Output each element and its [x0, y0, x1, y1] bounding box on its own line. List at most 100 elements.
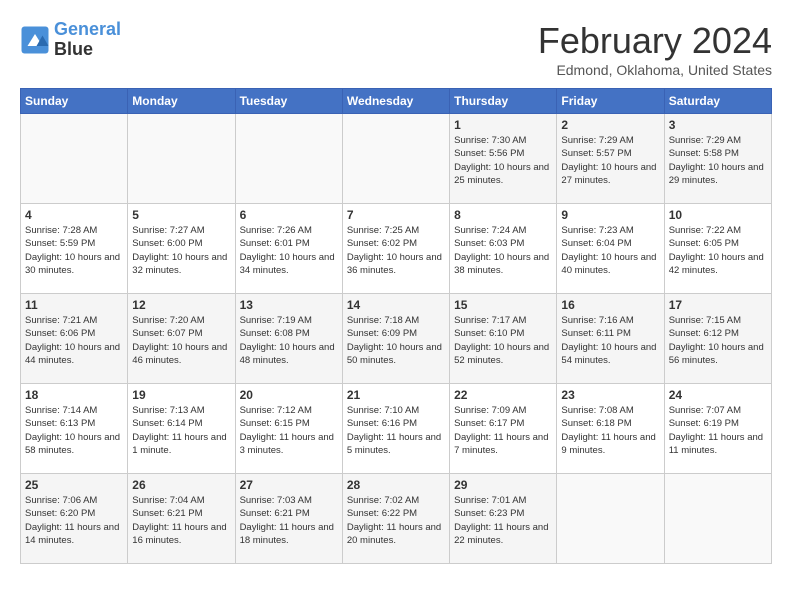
day-number: 10: [669, 208, 767, 222]
day-number: 19: [132, 388, 230, 402]
day-number: 3: [669, 118, 767, 132]
day-cell: 8 Sunrise: 7:24 AM Sunset: 6:03 PM Daylig…: [450, 204, 557, 294]
day-number: 9: [561, 208, 659, 222]
day-number: 23: [561, 388, 659, 402]
day-info: Sunrise: 7:14 AM Sunset: 6:13 PM Dayligh…: [25, 404, 123, 457]
day-number: 22: [454, 388, 552, 402]
day-info: Sunrise: 7:17 AM Sunset: 6:10 PM Dayligh…: [454, 314, 552, 367]
calendar-title: February 2024: [538, 20, 772, 62]
day-cell: 6Sunrise: 7:26 AM Sunset: 6:01 PM Daylig…: [235, 204, 342, 294]
day-cell: 19 Sunrise: 7:13 AM Sunset: 6:14 PM Dayli…: [128, 384, 235, 474]
day-number: 24: [669, 388, 767, 402]
day-number: 5: [132, 208, 230, 222]
day-cell: 13 Sunrise: 7:19 AM Sunset: 6:08 PM Dayli…: [235, 294, 342, 384]
day-info: Sunrise: 7:20 AM Sunset: 6:07 PM Dayligh…: [132, 314, 230, 367]
logo-icon: [20, 25, 50, 55]
day-number: 15: [454, 298, 552, 312]
header-row: SundayMondayTuesdayWednesdayThursdayFrid…: [21, 89, 772, 114]
day-cell: 10 Sunrise: 7:22 AM Sunset: 6:05 PM Dayli…: [664, 204, 771, 294]
day-cell: 28Sunrise: 7:02 AM Sunset: 6:22 PM Dayli…: [342, 474, 449, 564]
day-cell: 29Sunrise: 7:01 AM Sunset: 6:23 PM Dayli…: [450, 474, 557, 564]
day-info: Sunrise: 7:28 AM Sunset: 5:59 PM Dayligh…: [25, 224, 123, 277]
day-info: Sunrise: 7:10 AM Sunset: 6:16 PM Dayligh…: [347, 404, 445, 457]
calendar-table: SundayMondayTuesdayWednesdayThursdayFrid…: [20, 88, 772, 564]
day-number: 18: [25, 388, 123, 402]
day-number: 1: [454, 118, 552, 132]
day-number: 29: [454, 478, 552, 492]
day-number: 25: [25, 478, 123, 492]
day-cell: 1 Sunrise: 7:30 AM Sunset: 5:56 PM Daylig…: [450, 114, 557, 204]
day-info: Sunrise: 7:08 AM Sunset: 6:18 PM Dayligh…: [561, 404, 659, 457]
day-cell: [342, 114, 449, 204]
day-info: Sunrise: 7:09 AM Sunset: 6:17 PM Dayligh…: [454, 404, 552, 457]
day-cell: [664, 474, 771, 564]
day-header-saturday: Saturday: [664, 89, 771, 114]
day-header-friday: Friday: [557, 89, 664, 114]
day-info: Sunrise: 7:16 AM Sunset: 6:11 PM Dayligh…: [561, 314, 659, 367]
day-info: Sunrise: 7:18 AM Sunset: 6:09 PM Dayligh…: [347, 314, 445, 367]
day-cell: 24 Sunrise: 7:07 AM Sunset: 6:19 PM Dayli…: [664, 384, 771, 474]
day-info: Sunrise: 7:21 AM Sunset: 6:06 PM Dayligh…: [25, 314, 123, 367]
week-row-4: 18 Sunrise: 7:14 AM Sunset: 6:13 PM Dayli…: [21, 384, 772, 474]
day-header-thursday: Thursday: [450, 89, 557, 114]
week-row-5: 25 Sunrise: 7:06 AM Sunset: 6:20 PM Dayli…: [21, 474, 772, 564]
day-header-tuesday: Tuesday: [235, 89, 342, 114]
day-cell: [128, 114, 235, 204]
week-row-1: 1 Sunrise: 7:30 AM Sunset: 5:56 PM Daylig…: [21, 114, 772, 204]
day-info: Sunrise: 7:22 AM Sunset: 6:05 PM Dayligh…: [669, 224, 767, 277]
day-info: Sunrise: 7:26 AM Sunset: 6:01 PM Dayligh…: [240, 224, 338, 277]
day-cell: 11 Sunrise: 7:21 AM Sunset: 6:06 PM Dayli…: [21, 294, 128, 384]
day-info: Sunrise: 7:03 AM Sunset: 6:21 PM Dayligh…: [240, 494, 338, 547]
day-number: 4: [25, 208, 123, 222]
day-number: 26: [132, 478, 230, 492]
day-cell: 21 Sunrise: 7:10 AM Sunset: 6:16 PM Dayli…: [342, 384, 449, 474]
day-number: 21: [347, 388, 445, 402]
day-cell: 17Sunrise: 7:15 AM Sunset: 6:12 PM Dayli…: [664, 294, 771, 384]
day-info: Sunrise: 7:23 AM Sunset: 6:04 PM Dayligh…: [561, 224, 659, 277]
day-cell: 18 Sunrise: 7:14 AM Sunset: 6:13 PM Dayli…: [21, 384, 128, 474]
day-number: 11: [25, 298, 123, 312]
day-info: Sunrise: 7:27 AM Sunset: 6:00 PM Dayligh…: [132, 224, 230, 277]
day-cell: 2 Sunrise: 7:29 AM Sunset: 5:57 PM Daylig…: [557, 114, 664, 204]
day-cell: 14Sunrise: 7:18 AM Sunset: 6:09 PM Dayli…: [342, 294, 449, 384]
day-header-sunday: Sunday: [21, 89, 128, 114]
day-number: 7: [347, 208, 445, 222]
day-info: Sunrise: 7:07 AM Sunset: 6:19 PM Dayligh…: [669, 404, 767, 457]
day-info: Sunrise: 7:02 AM Sunset: 6:22 PM Dayligh…: [347, 494, 445, 547]
day-cell: 26 Sunrise: 7:04 AM Sunset: 6:21 PM Dayli…: [128, 474, 235, 564]
day-number: 8: [454, 208, 552, 222]
day-cell: 27 Sunrise: 7:03 AM Sunset: 6:21 PM Dayli…: [235, 474, 342, 564]
day-info: Sunrise: 7:24 AM Sunset: 6:03 PM Dayligh…: [454, 224, 552, 277]
day-info: Sunrise: 7:30 AM Sunset: 5:56 PM Dayligh…: [454, 134, 552, 187]
day-cell: 25 Sunrise: 7:06 AM Sunset: 6:20 PM Dayli…: [21, 474, 128, 564]
day-number: 12: [132, 298, 230, 312]
day-cell: [557, 474, 664, 564]
logo: General Blue: [20, 20, 121, 60]
day-info: Sunrise: 7:29 AM Sunset: 5:57 PM Dayligh…: [561, 134, 659, 187]
day-cell: 20Sunrise: 7:12 AM Sunset: 6:15 PM Dayli…: [235, 384, 342, 474]
logo-text: General Blue: [54, 20, 121, 60]
day-number: 13: [240, 298, 338, 312]
day-info: Sunrise: 7:13 AM Sunset: 6:14 PM Dayligh…: [132, 404, 230, 457]
day-info: Sunrise: 7:15 AM Sunset: 6:12 PM Dayligh…: [669, 314, 767, 367]
day-cell: 4 Sunrise: 7:28 AM Sunset: 5:59 PM Daylig…: [21, 204, 128, 294]
day-info: Sunrise: 7:29 AM Sunset: 5:58 PM Dayligh…: [669, 134, 767, 187]
day-cell: 12 Sunrise: 7:20 AM Sunset: 6:07 PM Dayli…: [128, 294, 235, 384]
day-number: 20: [240, 388, 338, 402]
day-cell: [21, 114, 128, 204]
calendar-subtitle: Edmond, Oklahoma, United States: [538, 62, 772, 78]
day-number: 16: [561, 298, 659, 312]
day-cell: [235, 114, 342, 204]
day-info: Sunrise: 7:06 AM Sunset: 6:20 PM Dayligh…: [25, 494, 123, 547]
day-number: 27: [240, 478, 338, 492]
day-cell: 16 Sunrise: 7:16 AM Sunset: 6:11 PM Dayli…: [557, 294, 664, 384]
day-number: 2: [561, 118, 659, 132]
day-header-wednesday: Wednesday: [342, 89, 449, 114]
day-cell: 22 Sunrise: 7:09 AM Sunset: 6:17 PM Dayli…: [450, 384, 557, 474]
day-info: Sunrise: 7:19 AM Sunset: 6:08 PM Dayligh…: [240, 314, 338, 367]
week-row-3: 11 Sunrise: 7:21 AM Sunset: 6:06 PM Dayli…: [21, 294, 772, 384]
day-info: Sunrise: 7:04 AM Sunset: 6:21 PM Dayligh…: [132, 494, 230, 547]
week-row-2: 4 Sunrise: 7:28 AM Sunset: 5:59 PM Daylig…: [21, 204, 772, 294]
day-cell: 15 Sunrise: 7:17 AM Sunset: 6:10 PM Dayli…: [450, 294, 557, 384]
page-header: General Blue February 2024 Edmond, Oklah…: [20, 20, 772, 78]
